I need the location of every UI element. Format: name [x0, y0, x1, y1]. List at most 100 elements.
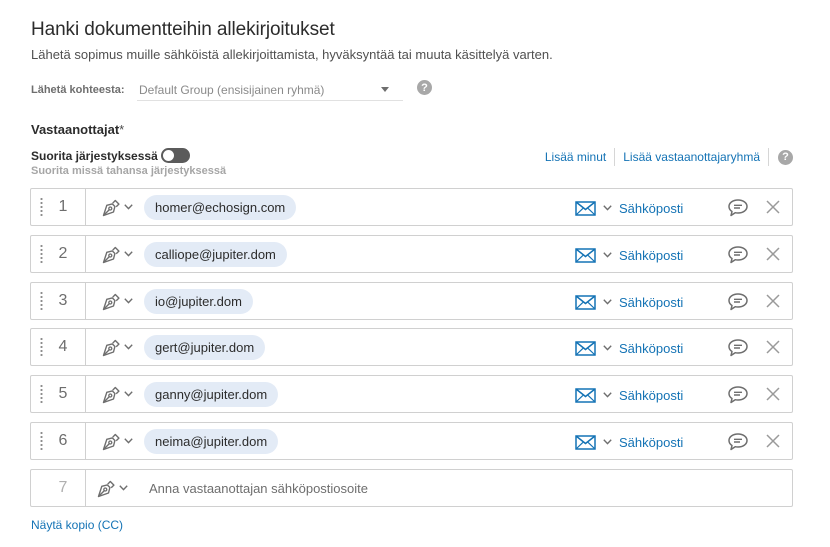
auth-method-selector[interactable]: Sähköposti: [575, 198, 683, 218]
pen-nib-icon: [97, 480, 115, 498]
caret-down-icon: [381, 87, 389, 92]
remove-recipient-button[interactable]: [765, 246, 781, 262]
pen-nib-icon: [102, 199, 120, 217]
chevron-down-icon: [603, 252, 612, 258]
page-title: Hanki dokumentteihin allekirjoitukset: [31, 19, 335, 40]
row-number: 4: [58, 338, 68, 355]
drag-handle[interactable]: [40, 244, 43, 264]
chevron-down-icon: [124, 251, 133, 257]
envelope-icon: [575, 294, 596, 310]
drag-handle[interactable]: [40, 384, 43, 404]
divider: [85, 329, 86, 365]
auth-method-label: Sähköposti: [619, 387, 684, 403]
pen-nib-icon: [102, 293, 120, 311]
drag-handle[interactable]: [40, 431, 43, 451]
speech-bubble-icon: [728, 199, 748, 217]
divider: [85, 236, 86, 272]
speech-bubble-icon: [728, 386, 748, 404]
chevron-down-icon: [603, 392, 612, 398]
recipient-row: 1 homer@echosign.com Sähköposti: [30, 188, 793, 226]
add-me-link[interactable]: Lisää minut: [545, 150, 606, 164]
recipient-email-chip[interactable]: ganny@jupiter.dom: [144, 382, 279, 407]
chevron-down-icon: [603, 205, 612, 211]
speech-bubble-icon: [728, 339, 748, 357]
divider: [85, 376, 86, 412]
remove-recipient-button[interactable]: [765, 339, 781, 355]
private-message-button[interactable]: [727, 338, 749, 358]
close-icon: [766, 340, 780, 354]
help-icon[interactable]: ?: [778, 149, 793, 165]
pen-nib-icon: [102, 246, 120, 264]
private-message-button[interactable]: [727, 385, 749, 405]
required-mark: *: [119, 122, 125, 137]
speech-bubble-icon: [728, 246, 748, 264]
auth-method-selector[interactable]: Sähköposti: [575, 245, 683, 265]
send-from-row: Lähetä kohteesta: Default Group (ensisij…: [31, 79, 403, 101]
order-toggle-label: Suorita järjestyksessä: [31, 149, 158, 163]
recipient-email-chip[interactable]: io@jupiter.dom: [144, 289, 253, 314]
page-subtitle: Lähetä sopimus muille sähköistä allekirj…: [31, 47, 553, 62]
recipient-row: 2 calliope@jupiter.dom Sähköposti: [30, 235, 793, 273]
envelope-icon: [575, 247, 596, 263]
chevron-down-icon: [124, 391, 133, 397]
group-select[interactable]: Default Group (ensisijainen ryhmä): [137, 79, 403, 101]
close-icon: [766, 294, 780, 308]
group-select-value: Default Group (ensisijainen ryhmä): [139, 82, 325, 97]
role-selector[interactable]: [101, 431, 137, 451]
auth-method-selector[interactable]: Sähköposti: [575, 292, 683, 312]
envelope-icon: [575, 387, 596, 403]
auth-method-label: Sähköposti: [619, 340, 684, 356]
chevron-down-icon: [124, 204, 133, 210]
pen-nib-icon: [102, 433, 120, 451]
auth-method-selector[interactable]: Sähköposti: [575, 338, 683, 358]
speech-bubble-icon: [728, 433, 748, 451]
remove-recipient-button[interactable]: [765, 199, 781, 215]
role-selector[interactable]: [101, 384, 137, 404]
role-selector[interactable]: [101, 337, 137, 357]
private-message-button[interactable]: [727, 292, 749, 312]
role-selector[interactable]: [101, 291, 137, 311]
help-icon[interactable]: ?: [417, 80, 432, 95]
private-message-button[interactable]: [727, 198, 749, 218]
recipient-email-input[interactable]: [149, 476, 749, 501]
role-selector[interactable]: [96, 478, 132, 498]
show-cc-link[interactable]: Näytä kopio (CC): [31, 518, 123, 532]
role-selector[interactable]: [101, 197, 137, 217]
add-recipient-group-link[interactable]: Lisää vastaanottajaryhmä: [623, 150, 760, 164]
envelope-icon: [575, 340, 596, 356]
row-number: 7: [58, 479, 68, 496]
role-selector[interactable]: [101, 244, 137, 264]
private-message-button[interactable]: [727, 245, 749, 265]
divider: [85, 189, 86, 225]
close-icon: [766, 200, 780, 214]
recipient-email-chip[interactable]: homer@echosign.com: [144, 195, 297, 220]
close-icon: [766, 247, 780, 261]
send-from-label: Lähetä kohteesta:: [31, 84, 125, 96]
row-number: 5: [58, 385, 68, 402]
private-message-button[interactable]: [727, 432, 749, 452]
remove-recipient-button[interactable]: [765, 433, 781, 449]
remove-recipient-button[interactable]: [765, 386, 781, 402]
row-number: 3: [58, 292, 68, 309]
row-number: 2: [58, 245, 68, 262]
auth-method-selector[interactable]: Sähköposti: [575, 385, 683, 405]
order-sublabel: Suorita missä tahansa järjestyksessä: [31, 165, 227, 177]
recipient-email-chip[interactable]: calliope@jupiter.dom: [144, 242, 287, 267]
envelope-icon: [575, 200, 596, 216]
auth-method-label: Sähköposti: [619, 247, 684, 263]
auth-method-selector[interactable]: Sähköposti: [575, 432, 683, 452]
recipient-email-chip[interactable]: neima@jupiter.dom: [144, 429, 279, 454]
auth-method-label: Sähköposti: [619, 200, 684, 216]
recipient-row: 3 io@jupiter.dom Sähköposti: [30, 282, 793, 320]
recipients-title: Vastaanottajat*: [31, 122, 124, 137]
new-recipient-row: 7: [30, 469, 793, 507]
drag-handle[interactable]: [40, 291, 43, 311]
order-toggle[interactable]: [161, 148, 190, 163]
chevron-down-icon: [124, 344, 133, 350]
divider: [85, 283, 86, 319]
drag-handle[interactable]: [40, 197, 43, 217]
recipient-email-chip[interactable]: gert@jupiter.dom: [144, 335, 266, 360]
remove-recipient-button[interactable]: [765, 293, 781, 309]
drag-handle[interactable]: [40, 337, 43, 357]
divider: [768, 148, 769, 166]
